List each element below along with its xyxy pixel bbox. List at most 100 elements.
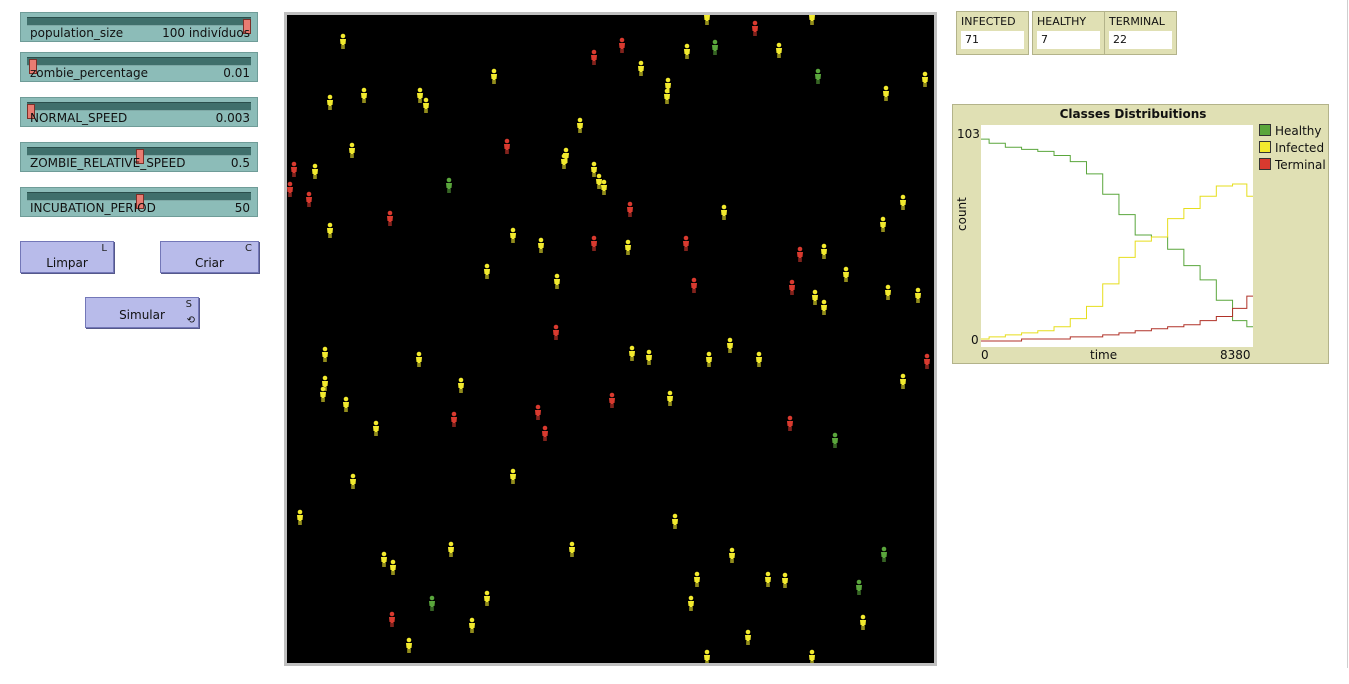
- healthy-person-agent: [856, 579, 862, 595]
- infected-person-agent: [349, 142, 355, 158]
- infected-person-agent: [423, 97, 429, 113]
- terminal-person-agent: [553, 324, 559, 340]
- terminal-person-agent: [752, 20, 758, 36]
- infected-person-agent: [297, 509, 303, 525]
- infected-person-agent: [922, 71, 928, 87]
- infected-person-agent: [843, 266, 849, 282]
- terminal-person-agent: [787, 415, 793, 431]
- terminal-person-agent: [591, 49, 597, 65]
- infected-person-agent: [706, 351, 712, 367]
- infected-person-agent: [561, 153, 567, 169]
- infected-person-agent: [880, 216, 886, 232]
- infected-person-agent: [416, 351, 422, 367]
- infected-person-agent: [596, 173, 602, 189]
- monitor-terminal: TERMINAL 22: [1104, 11, 1177, 55]
- x-max-label: 8380: [1220, 348, 1251, 362]
- slider-track[interactable]: [27, 102, 251, 119]
- infected-person-agent: [883, 85, 889, 101]
- shortcut-key: L: [101, 243, 107, 254]
- infected-person-agent: [390, 559, 396, 575]
- criar-button[interactable]: C Criar: [160, 241, 259, 273]
- infected-series-line: [981, 183, 1253, 340]
- infected-person-agent: [694, 571, 700, 587]
- infected-person-agent: [756, 351, 762, 367]
- infected-person-agent: [684, 43, 690, 59]
- slider-population-size[interactable]: population_size 100 indivíduos: [20, 12, 258, 42]
- limpar-button[interactable]: L Limpar: [20, 241, 114, 273]
- slider-normal-speed[interactable]: NORMAL_SPEED 0.003: [20, 97, 258, 127]
- forever-icon: ⟲: [186, 315, 195, 326]
- infected-person-agent: [915, 287, 921, 303]
- infected-person-agent: [625, 239, 631, 255]
- terminal-person-agent: [591, 235, 597, 251]
- infected-person-agent: [745, 629, 751, 645]
- infected-person-agent: [381, 551, 387, 567]
- slider-label: population_size: [30, 26, 124, 40]
- terminal-person-agent: [306, 191, 312, 207]
- slider-zombie-percentage[interactable]: zombie_percentage 0.01: [20, 52, 258, 82]
- slider-value: 0.003: [215, 111, 250, 125]
- infected-person-agent: [809, 15, 815, 25]
- infected-person-agent: [484, 590, 490, 606]
- slider-incubation-period[interactable]: INCUBATION_PERIOD 50: [20, 187, 258, 217]
- y-max-label: 103: [957, 127, 980, 141]
- infected-person-agent: [327, 94, 333, 110]
- slider-track[interactable]: [27, 57, 251, 74]
- slider-zombie-relative-speed[interactable]: ZOMBIE_RELATIVE_SPEED 0.5: [20, 142, 258, 172]
- infected-person-agent: [672, 513, 678, 529]
- terminal-person-agent: [542, 425, 548, 441]
- infected-person-agent: [765, 571, 771, 587]
- terminal-person-agent: [387, 210, 393, 226]
- infected-person-agent: [812, 289, 818, 305]
- button-label: Simular: [119, 308, 165, 322]
- slider-value: 0.5: [230, 156, 250, 170]
- infected-person-agent: [373, 420, 379, 436]
- legend-swatch: [1259, 124, 1271, 136]
- terminal-person-agent: [291, 161, 297, 177]
- terminal-person-agent: [683, 235, 689, 251]
- infected-person-agent: [538, 237, 544, 253]
- button-label: Criar: [195, 256, 224, 270]
- infected-person-agent: [491, 68, 497, 84]
- monitor-healthy: HEALTHY 7: [1032, 11, 1105, 55]
- slider-track[interactable]: [27, 192, 251, 209]
- classes-distribution-plot[interactable]: Classes Distribuitions 103 0 count 0 tim…: [952, 104, 1329, 364]
- world-view[interactable]: [284, 12, 937, 666]
- infected-person-agent: [577, 117, 583, 133]
- x-min-label: 0: [981, 348, 989, 362]
- slider-label: INCUBATION_PERIOD: [30, 201, 156, 215]
- monitor-value: 71: [961, 31, 1024, 49]
- infected-person-agent: [361, 87, 367, 103]
- healthy-person-agent: [712, 39, 718, 55]
- simular-button[interactable]: S Simular ⟲: [85, 297, 199, 328]
- infected-person-agent: [885, 284, 891, 300]
- terminal-person-agent: [287, 181, 293, 197]
- infected-person-agent: [900, 373, 906, 389]
- infected-person-agent: [510, 468, 516, 484]
- infected-person-agent: [510, 227, 516, 243]
- infected-person-agent: [638, 60, 644, 76]
- slider-value: 100 indivíduos: [162, 26, 250, 40]
- healthy-person-agent: [815, 68, 821, 84]
- infected-person-agent: [350, 473, 356, 489]
- infected-person-agent: [860, 614, 866, 630]
- slider-track[interactable]: [27, 147, 251, 164]
- healthy-person-agent: [429, 595, 435, 611]
- infected-person-agent: [629, 345, 635, 361]
- button-label: Limpar: [46, 256, 88, 270]
- legend-label: Healthy: [1275, 124, 1322, 138]
- terminal-person-agent: [691, 277, 697, 293]
- healthy-person-agent: [832, 432, 838, 448]
- infected-person-agent: [458, 377, 464, 393]
- plot-lines: [981, 138, 1253, 342]
- monitor-label: INFECTED: [961, 15, 1016, 28]
- infected-person-agent: [340, 33, 346, 49]
- infected-person-agent: [782, 572, 788, 588]
- infected-person-agent: [688, 595, 694, 611]
- legend-swatch: [1259, 158, 1271, 170]
- infected-person-agent: [343, 396, 349, 412]
- plot-canvas: [981, 125, 1253, 347]
- slider-track[interactable]: [27, 17, 251, 34]
- legend-item-terminal: Terminal: [1259, 158, 1326, 172]
- infected-person-agent: [821, 243, 827, 259]
